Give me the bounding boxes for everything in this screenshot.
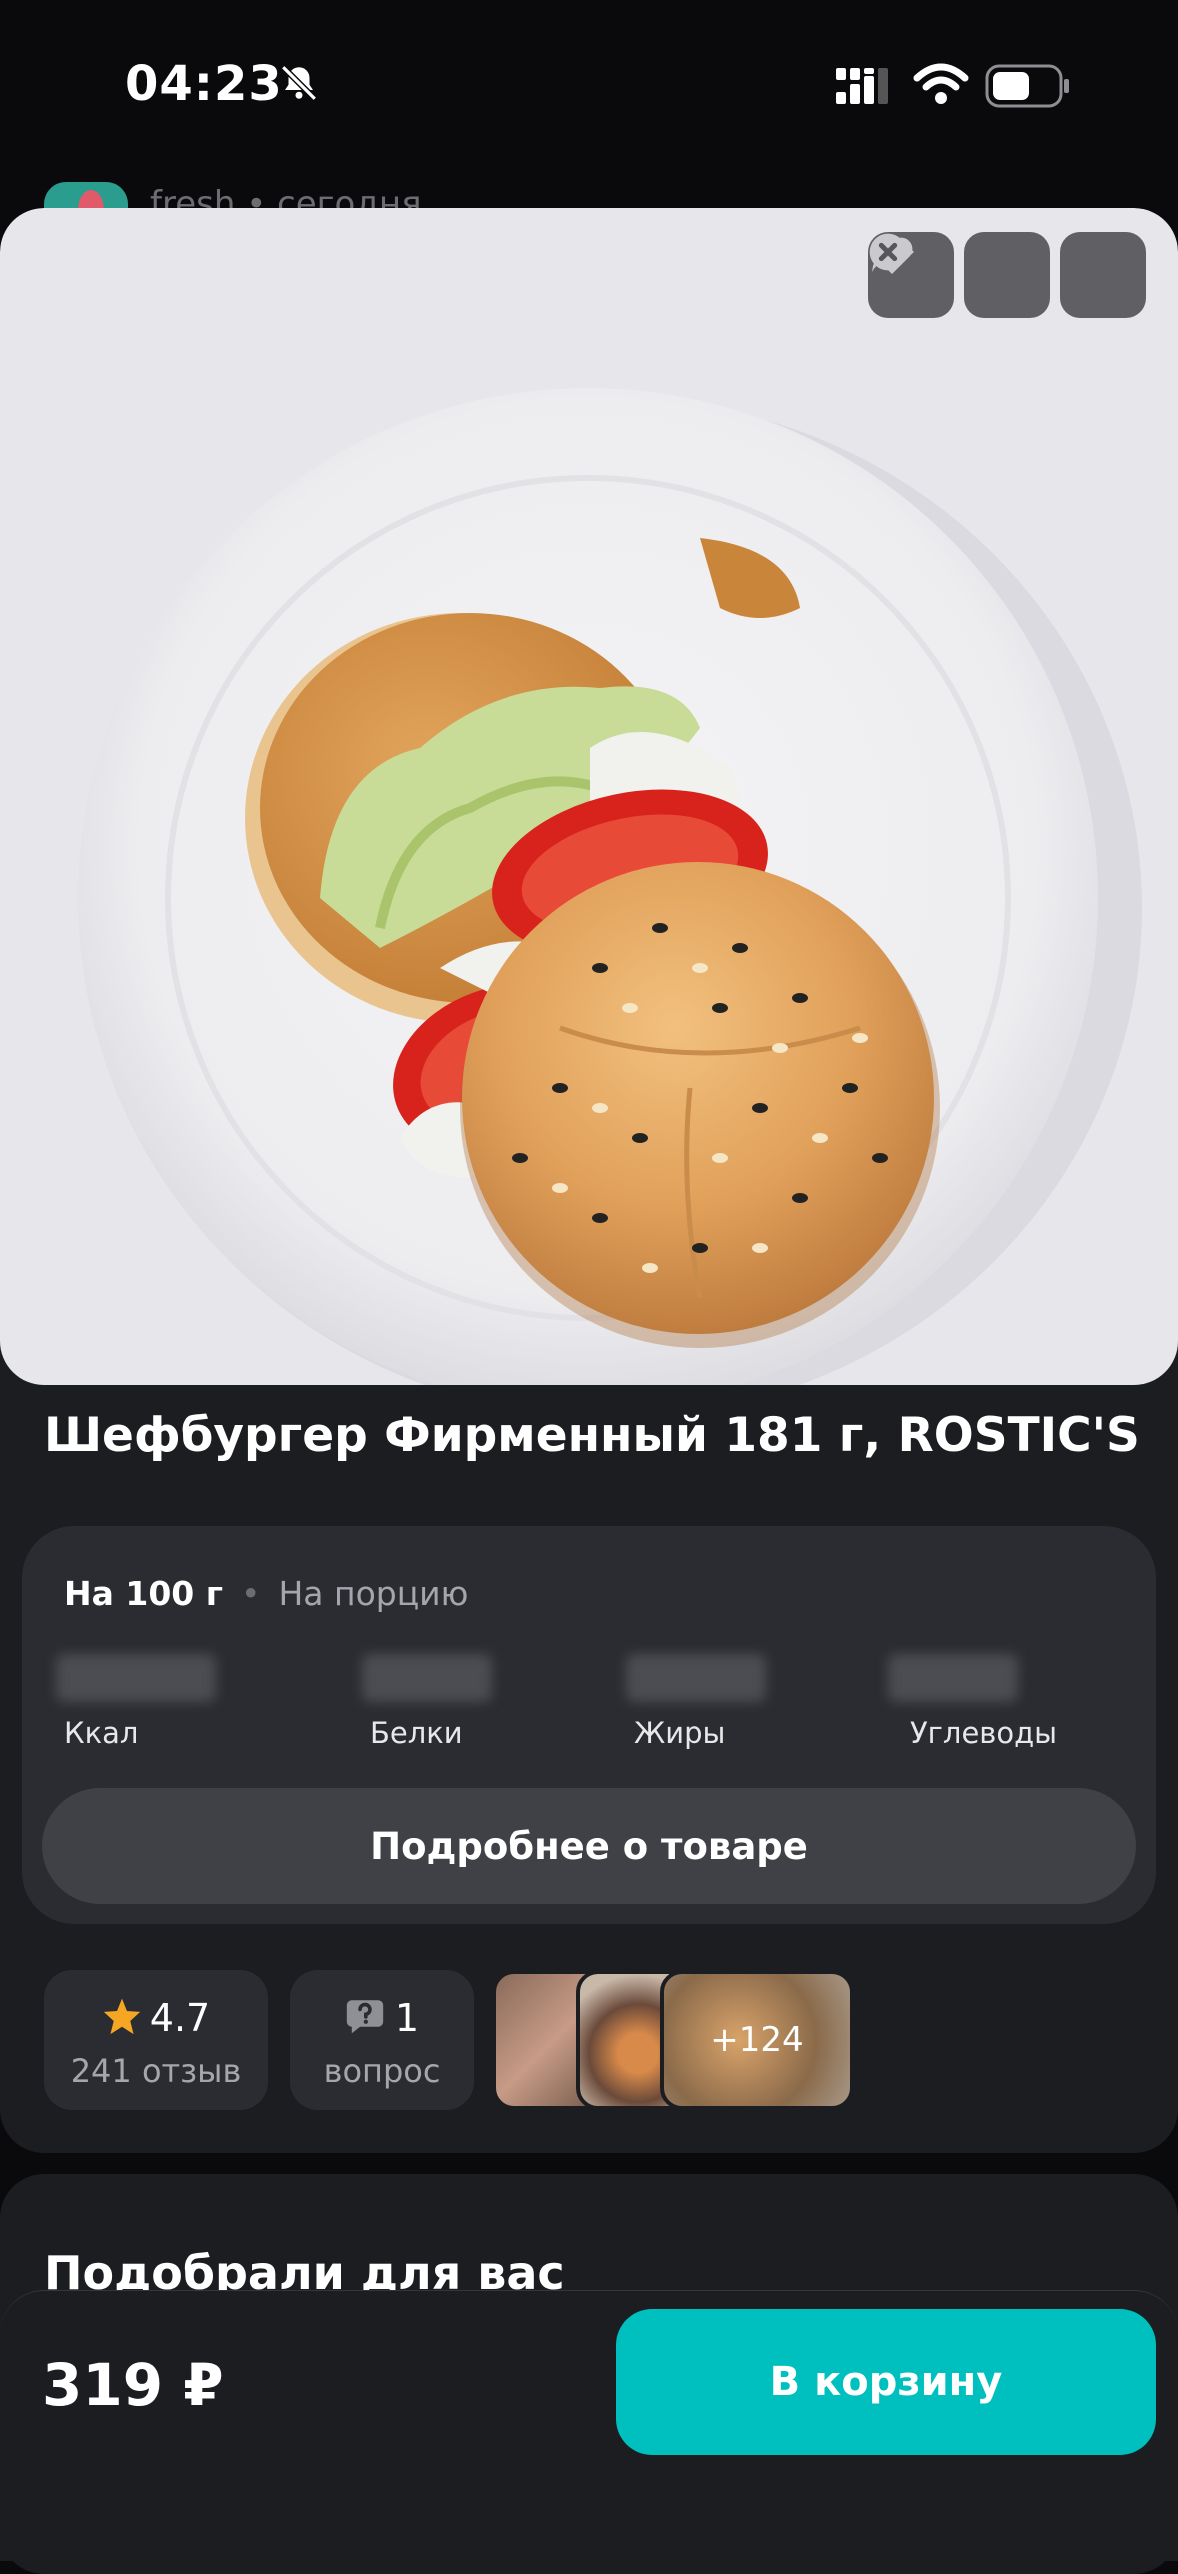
battery-icon (985, 64, 1071, 112)
protein-label: Белки (370, 1716, 463, 1750)
rating-chip[interactable]: 4.7 241 отзыв (44, 1970, 268, 2110)
wifi-icon (913, 62, 969, 110)
carbs-label: Углеводы (910, 1716, 1058, 1750)
review-photo-more[interactable]: +124 (660, 1970, 854, 2110)
nutrition-card: На 100 г • На порцию Ккал Белки Жиры Углев… (22, 1526, 1156, 1924)
question-icon (346, 2000, 384, 2034)
status-time: 04:23 (125, 56, 283, 112)
fat-label: Жиры (634, 1716, 726, 1750)
close-icon (869, 233, 907, 271)
questions-value-row: 1 (290, 1996, 474, 2040)
questions-count: 1 (394, 1996, 420, 2040)
purchase-bar: 319 ₽ В корзину (0, 2290, 1178, 2561)
image-actions (868, 232, 1146, 318)
kcal-value-blurred (56, 1654, 216, 1702)
add-to-cart-button[interactable]: В корзину (616, 2309, 1156, 2455)
status-bar: 04:23 (0, 0, 1178, 170)
nutrition-tabs: На 100 г • На порцию (64, 1574, 468, 1613)
tab-per-portion[interactable]: На порцию (278, 1574, 468, 1613)
fat-value-blurred (626, 1654, 766, 1702)
share-button[interactable] (872, 232, 1050, 318)
tab-per-100g[interactable]: На 100 г (64, 1574, 223, 1613)
close-button[interactable] (869, 232, 1146, 318)
rating-value: 4.7 (149, 1996, 211, 2040)
product-sheet: Шефбургер Фирменный 181 г, ROSTIC'S На 1… (0, 208, 1178, 2153)
product-title: Шефбургер Фирменный 181 г, ROSTIC'S (44, 1408, 1140, 1463)
reviews-count: 241 отзыв (70, 2052, 242, 2090)
kcal-label: Ккал (64, 1716, 139, 1750)
questions-chip[interactable]: 1 вопрос (290, 1970, 474, 2110)
questions-label: вопрос (323, 2052, 441, 2090)
product-price: 319 ₽ (42, 2351, 224, 2419)
carbs-value-blurred (888, 1654, 1018, 1702)
more-photos-count: +124 (710, 2020, 804, 2060)
bell-slash-icon (278, 62, 320, 108)
tab-separator: • (241, 1574, 261, 1613)
signal-icon (836, 66, 896, 110)
product-details-button[interactable]: Подробнее о товаре (42, 1788, 1136, 1904)
rating-value-row: 4.7 (44, 1996, 268, 2040)
protein-value-blurred (362, 1654, 492, 1702)
product-image[interactable] (0, 208, 1178, 1385)
star-icon (103, 1998, 140, 2035)
